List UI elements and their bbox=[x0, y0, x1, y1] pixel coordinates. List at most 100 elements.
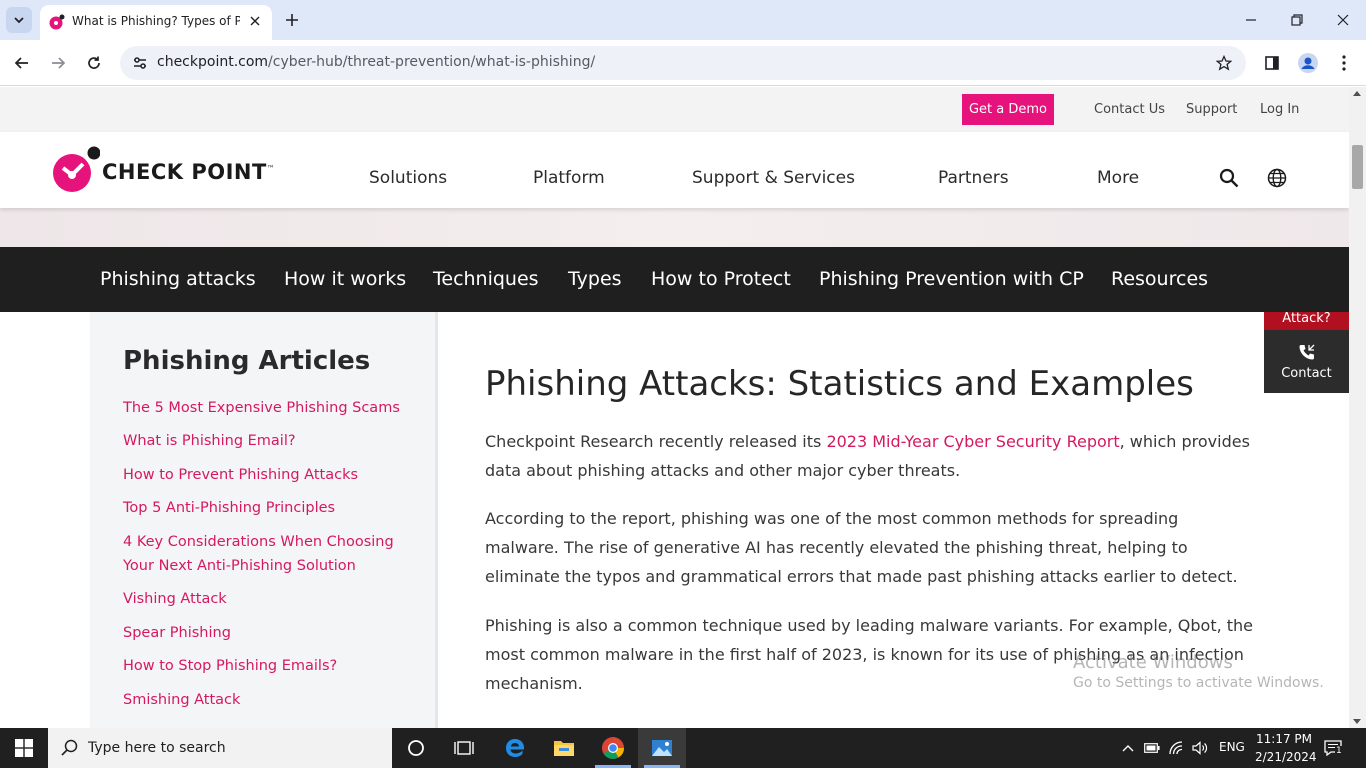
browser-tab-strip: What is Phishing? Types of Phis bbox=[0, 0, 1366, 40]
checkpoint-logo[interactable]: CHECK POINT™ bbox=[52, 146, 282, 194]
url-path: /cyber-hub/threat-prevention/what-is-phi… bbox=[268, 54, 596, 70]
sidebar-link-vishing[interactable]: Vishing Attack bbox=[123, 587, 413, 611]
sidebar-link-stop-emails[interactable]: How to Stop Phishing Emails? bbox=[123, 654, 413, 678]
contact-label: Contact bbox=[1281, 366, 1332, 381]
language-indicator[interactable]: ENG bbox=[1219, 740, 1245, 754]
arrow-right-icon bbox=[52, 57, 66, 69]
report-link[interactable]: 2023 Mid-Year Cyber Security Report bbox=[826, 432, 1119, 451]
site-search-button[interactable] bbox=[1217, 166, 1241, 190]
edge-icon bbox=[506, 739, 524, 757]
windows-logo-icon bbox=[15, 739, 33, 757]
tab-title: What is Phishing? Types of Phis bbox=[72, 14, 240, 28]
sidebar-link-considerations[interactable]: 4 Key Considerations When Choosing Your … bbox=[123, 530, 413, 578]
section-how-to-protect[interactable]: How to Protect bbox=[651, 268, 791, 290]
section-resources[interactable]: Resources bbox=[1111, 268, 1208, 290]
section-nav: Phishing attacks How it works Techniques… bbox=[0, 247, 1349, 312]
browser-tab-active[interactable]: What is Phishing? Types of Phis bbox=[40, 5, 272, 40]
taskbar-search-box[interactable]: Type here to search bbox=[48, 728, 392, 768]
battery-icon bbox=[1144, 743, 1160, 753]
get-demo-button[interactable]: Get a Demo bbox=[962, 94, 1054, 125]
utility-bar: Get a Demo Contact Us Support Log In bbox=[0, 87, 1349, 132]
close-window-button[interactable] bbox=[1320, 6, 1366, 34]
notification-count: 1 bbox=[1335, 746, 1343, 756]
chrome-app[interactable] bbox=[589, 728, 637, 768]
back-button[interactable] bbox=[8, 49, 36, 77]
start-button[interactable] bbox=[0, 728, 48, 768]
globe-icon bbox=[1267, 168, 1287, 188]
show-hidden-icons-button[interactable] bbox=[1118, 738, 1138, 758]
scrollbar-thumb[interactable] bbox=[1352, 145, 1363, 189]
tab-close-button[interactable] bbox=[246, 12, 264, 30]
browser-toolbar: checkpoint.com/cyber-hub/threat-preventi… bbox=[0, 40, 1366, 86]
scroll-down-arrow-icon[interactable] bbox=[1353, 719, 1361, 724]
sidebar-link-prevent-attacks[interactable]: How to Prevent Phishing Attacks bbox=[123, 463, 413, 487]
scroll-up-arrow-icon[interactable] bbox=[1353, 91, 1361, 96]
sidebar-link-smishing[interactable]: Smishing Attack bbox=[123, 688, 413, 712]
watermark-subtitle: Go to Settings to activate Windows. bbox=[1073, 675, 1324, 691]
file-explorer-app[interactable] bbox=[540, 728, 588, 768]
new-tab-button[interactable] bbox=[280, 8, 304, 32]
network-button[interactable] bbox=[1166, 738, 1186, 758]
contact-us-link[interactable]: Contact Us bbox=[1094, 102, 1165, 117]
floating-contact-button[interactable]: Contact bbox=[1264, 330, 1349, 393]
clock-time[interactable]: 11:17 PM bbox=[1256, 732, 1312, 746]
photos-app[interactable] bbox=[638, 728, 686, 768]
sidebar-link-principles[interactable]: Top 5 Anti-Phishing Principles bbox=[123, 496, 413, 520]
cortana-button[interactable] bbox=[392, 728, 440, 768]
nav-solutions[interactable]: Solutions bbox=[369, 168, 447, 188]
watermark-title: Activate Windows bbox=[1073, 652, 1233, 673]
section-techniques[interactable]: Techniques bbox=[433, 268, 539, 290]
hero-banner-strip bbox=[0, 208, 1349, 247]
action-center-button[interactable]: 1 bbox=[1323, 738, 1343, 758]
reload-button[interactable] bbox=[80, 49, 108, 77]
sidebar-link-spear-phishing[interactable]: Spear Phishing bbox=[123, 621, 413, 645]
browser-menu-button[interactable] bbox=[1330, 49, 1358, 77]
checkpoint-logo-mark-icon bbox=[53, 146, 100, 192]
task-view-button[interactable] bbox=[440, 728, 488, 768]
bookmark-button[interactable] bbox=[1214, 53, 1234, 73]
nav-support-services[interactable]: Support & Services bbox=[692, 168, 855, 188]
reload-icon bbox=[88, 56, 100, 69]
volume-button[interactable] bbox=[1190, 738, 1210, 758]
forward-button[interactable] bbox=[44, 49, 72, 77]
close-icon bbox=[1337, 14, 1349, 26]
minimize-button[interactable] bbox=[1228, 6, 1274, 34]
sidebar-articles: Phishing Articles The 5 Most Expensive P… bbox=[90, 312, 438, 728]
address-bar[interactable]: checkpoint.com/cyber-hub/threat-preventi… bbox=[120, 46, 1246, 80]
search-icon bbox=[1219, 168, 1239, 188]
nav-platform[interactable]: Platform bbox=[533, 168, 605, 188]
sidebar-link-expensive-scams[interactable]: The 5 Most Expensive Phishing Scams bbox=[123, 396, 413, 420]
login-link[interactable]: Log In bbox=[1260, 102, 1299, 117]
page-scrollbar[interactable] bbox=[1349, 87, 1366, 728]
section-types[interactable]: Types bbox=[568, 268, 622, 290]
task-view-icon bbox=[454, 741, 474, 755]
nav-more[interactable]: More bbox=[1097, 168, 1139, 188]
page-viewport: Get a Demo Contact Us Support Log In CHE… bbox=[0, 87, 1349, 728]
avatar-icon bbox=[1298, 53, 1318, 73]
site-info-button[interactable] bbox=[130, 53, 150, 73]
article-title: Phishing Attacks: Statistics and Example… bbox=[485, 364, 1194, 404]
restore-button[interactable] bbox=[1274, 6, 1320, 34]
main-header: CHECK POINT™ Solutions Platform Support … bbox=[0, 132, 1349, 208]
section-how-it-works[interactable]: How it works bbox=[284, 268, 406, 290]
section-phishing-attacks[interactable]: Phishing attacks bbox=[100, 268, 256, 290]
language-button[interactable] bbox=[1265, 166, 1289, 190]
sidebar-link-phishing-email[interactable]: What is Phishing Email? bbox=[123, 429, 413, 453]
battery-button[interactable] bbox=[1142, 738, 1162, 758]
under-attack-button[interactable]: Attack? bbox=[1264, 312, 1349, 330]
side-panel-button[interactable] bbox=[1258, 49, 1286, 77]
folder-icon bbox=[554, 741, 574, 756]
tab-search-button[interactable] bbox=[6, 7, 32, 33]
chevron-down-icon bbox=[14, 17, 24, 24]
profile-button[interactable] bbox=[1294, 49, 1322, 77]
side-panel-icon bbox=[1265, 56, 1279, 70]
support-link[interactable]: Support bbox=[1186, 102, 1237, 117]
section-phishing-prevention[interactable]: Phishing Prevention with CP bbox=[819, 268, 1084, 290]
clock-date[interactable]: 2/21/2024 bbox=[1255, 750, 1317, 764]
taskbar-search-placeholder: Type here to search bbox=[88, 740, 226, 756]
activate-windows-watermark: Activate Windows Go to Settings to activ… bbox=[1073, 652, 1324, 691]
chevron-up-icon bbox=[1122, 745, 1134, 752]
edge-app[interactable] bbox=[491, 728, 539, 768]
nav-partners[interactable]: Partners bbox=[938, 168, 1009, 188]
article-paragraph-2: According to the report, phishing was on… bbox=[485, 509, 1238, 586]
